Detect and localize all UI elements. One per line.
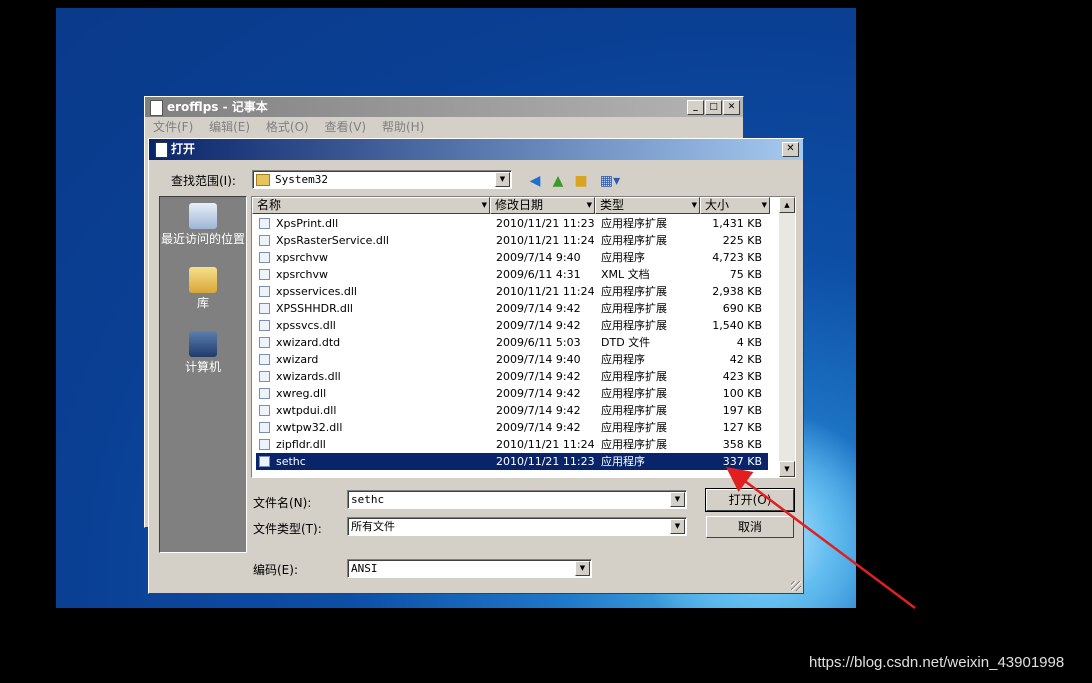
annotation-overlay bbox=[725, 467, 916, 610]
watermark-text: https://blog.csdn.net/weixin_43901998 bbox=[809, 654, 1065, 671]
red-arrow-annotation bbox=[725, 467, 916, 610]
